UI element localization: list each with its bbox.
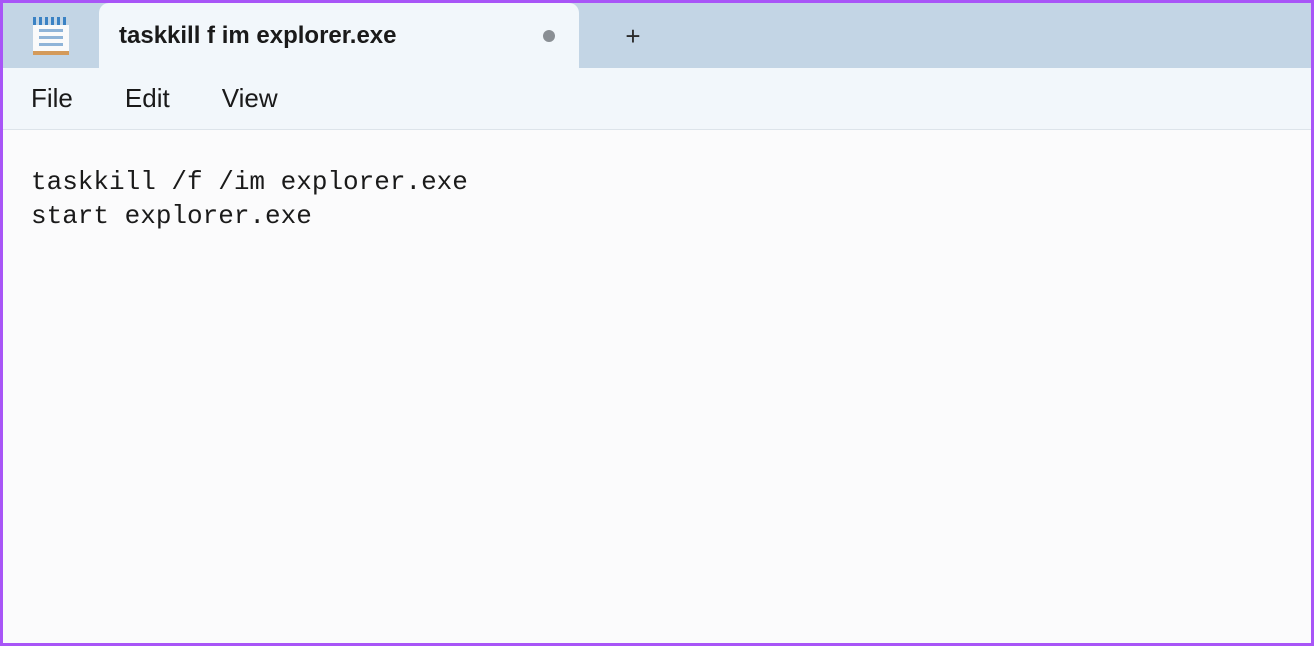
- tab-active[interactable]: taskkill f im explorer.exe: [99, 3, 579, 68]
- menu-file[interactable]: File: [31, 83, 73, 114]
- new-tab-area: +: [579, 3, 651, 68]
- unsaved-changes-icon[interactable]: [543, 30, 555, 42]
- menu-view[interactable]: View: [222, 83, 278, 114]
- text-editor[interactable]: taskkill /f /im explorer.exe start explo…: [3, 130, 1311, 643]
- app-icon-container: [3, 3, 99, 68]
- notepad-icon: [33, 17, 69, 55]
- new-tab-button[interactable]: +: [615, 18, 651, 54]
- menu-edit[interactable]: Edit: [125, 83, 170, 114]
- titlebar: taskkill f im explorer.exe +: [3, 3, 1311, 68]
- plus-icon: +: [625, 23, 640, 49]
- tab-title: taskkill f im explorer.exe: [119, 22, 523, 50]
- menubar: File Edit View: [3, 68, 1311, 130]
